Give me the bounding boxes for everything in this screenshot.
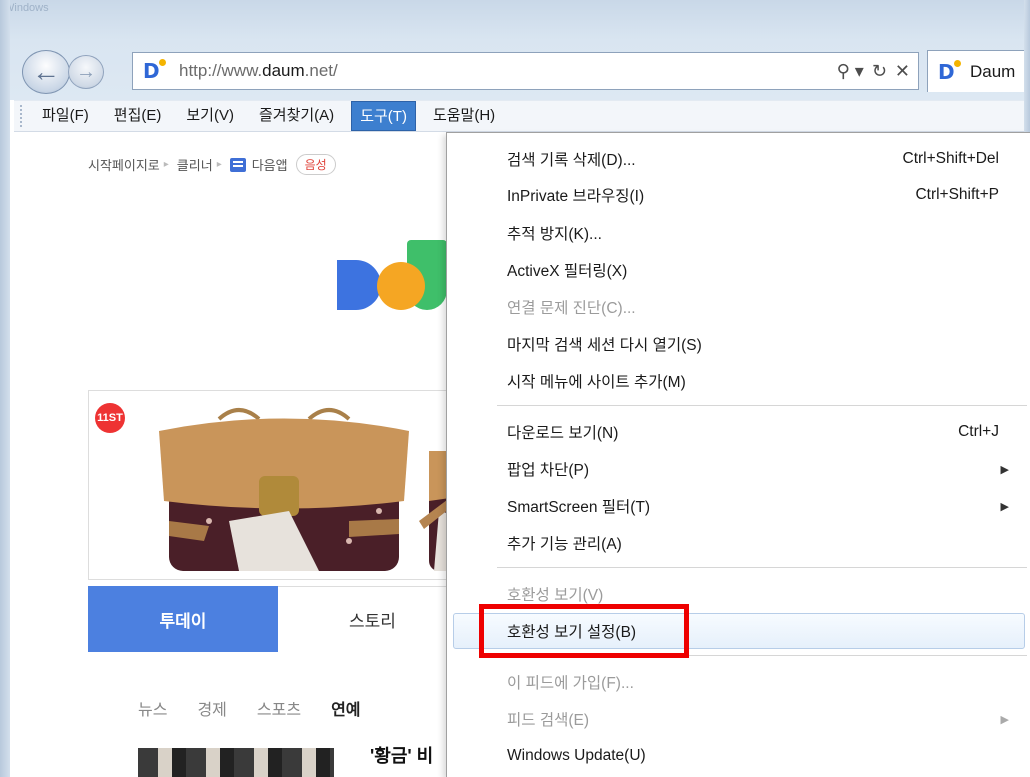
menu-item-manage-addons[interactable]: 추가 기능 관리(A) xyxy=(447,525,1030,561)
menu-favorites[interactable]: 즐겨찾기(A) xyxy=(251,101,342,131)
back-button[interactable]: ← xyxy=(22,50,70,94)
refresh-icon[interactable]: ↻ xyxy=(872,61,887,82)
submenu-arrow-icon: ▶ xyxy=(1000,713,1009,726)
menu-item-subscribe-feed: 이 피드에 가입(F)... xyxy=(507,675,634,692)
tab-story[interactable]: 스토리 xyxy=(278,586,468,652)
forward-button[interactable]: → xyxy=(68,55,104,89)
url-domain: daum xyxy=(262,61,305,80)
back-arrow-icon: ← xyxy=(32,56,60,87)
subnav-entertainment[interactable]: 연예 xyxy=(331,696,360,720)
subnav-sports[interactable]: 스포츠 xyxy=(257,696,301,720)
menu-bar: 파일(F) 편집(E) 보기(V) 즐겨찾기(A) 도구(T) 도움말(H) xyxy=(14,100,1024,132)
start-bar: 시작페이지로 ▸ 클리너 ▸ 다음앱 음성 xyxy=(88,154,336,175)
shortcut-label: Ctrl+J xyxy=(958,423,999,440)
start-page-link[interactable]: 시작페이지로 xyxy=(88,155,160,174)
search-dropdown-icon[interactable]: ⚲ ▾ xyxy=(837,61,864,82)
menu-item-windows-update[interactable]: Windows Update(U) xyxy=(447,738,1030,774)
window-frame-left xyxy=(0,0,10,777)
menu-item-diagnose-connection: 연결 문제 진단(C)... xyxy=(507,300,636,317)
menu-file[interactable]: 파일(F) xyxy=(34,101,97,131)
address-bar[interactable]: D http://www.daum.net/ ⚲ ▾ ↻ ✕ xyxy=(132,52,919,90)
tools-menu-dropdown: 검색 기록 삭제(D)... Ctrl+Shift+Del InPrivate … xyxy=(446,132,1030,777)
forward-arrow-icon: → xyxy=(76,60,96,83)
address-url[interactable]: http://www.daum.net/ xyxy=(179,61,837,81)
menu-help[interactable]: 도움말(H) xyxy=(425,101,503,131)
menu-item-add-to-start-menu[interactable]: 시작 메뉴에 사이트 추가(M) xyxy=(447,363,1030,399)
subnav-news[interactable]: 뉴스 xyxy=(138,696,167,720)
news-headline[interactable]: '황금' 비 xyxy=(370,742,433,768)
menu-item-smartscreen-filter[interactable]: SmartScreen 필터(T) ▶ xyxy=(447,488,1030,524)
menu-item-delete-history[interactable]: 검색 기록 삭제(D)... Ctrl+Shift+Del xyxy=(447,141,1030,177)
window-title: Windows Internet Explorer xyxy=(4,2,49,14)
cleaner-link[interactable]: 클리너 xyxy=(177,155,213,174)
content-tabs: 투데이 스토리 xyxy=(88,586,468,652)
tab-today[interactable]: 투데이 xyxy=(88,586,278,652)
submenu-arrow-icon: ▶ xyxy=(1000,463,1009,476)
menu-edit[interactable]: 편집(E) xyxy=(106,101,170,131)
menu-item-activex-filtering[interactable]: ActiveX 필터링(X) xyxy=(447,252,1030,288)
voice-pill[interactable]: 음성 xyxy=(295,154,336,175)
browser-tab[interactable]: D Daum xyxy=(927,50,1030,92)
menu-separator xyxy=(497,567,1027,568)
menu-item-inprivate[interactable]: InPrivate 브라우징(I) Ctrl+Shift+P xyxy=(447,177,1030,213)
daum-tab-favicon-icon: D xyxy=(938,59,961,83)
menu-separator xyxy=(497,405,1027,406)
stop-icon[interactable]: ✕ xyxy=(895,61,910,82)
news-subnav: 뉴스 경제 스포츠 연예 xyxy=(138,696,391,720)
tab-title: Daum xyxy=(970,61,1016,81)
shortcut-label: Ctrl+Shift+Del xyxy=(902,150,999,167)
submenu-arrow-icon: ▶ xyxy=(1000,500,1009,513)
menu-item-tracking-protection[interactable]: 추적 방지(K)... xyxy=(447,215,1030,251)
menu-tools[interactable]: 도구(T) xyxy=(351,101,416,131)
menu-item-reopen-session[interactable]: 마지막 검색 세션 다시 열기(S) xyxy=(447,326,1030,362)
shortcut-label: Ctrl+Shift+P xyxy=(915,186,999,203)
handbag-image xyxy=(159,408,409,571)
news-thumbnail[interactable] xyxy=(138,748,334,777)
app-icon xyxy=(229,157,246,172)
red-highlight-annotation xyxy=(479,604,689,658)
menu-grip-handle[interactable] xyxy=(20,105,24,127)
daum-app-link[interactable]: 다음앱 xyxy=(252,155,288,174)
daum-logo[interactable] xyxy=(337,240,457,320)
menu-view[interactable]: 보기(V) xyxy=(178,101,242,131)
daum-favicon-icon: D xyxy=(143,59,166,82)
menu-item-view-downloads[interactable]: 다운로드 보기(N) Ctrl+J xyxy=(447,414,1030,450)
subnav-economy[interactable]: 경제 xyxy=(197,696,226,720)
menu-item-feed-discovery: 피드 검색(E) ▶ xyxy=(507,712,1009,729)
menu-item-popup-blocker[interactable]: 팝업 차단(P) ▶ xyxy=(447,451,1030,487)
eleven-street-badge: 11ST xyxy=(95,403,125,433)
